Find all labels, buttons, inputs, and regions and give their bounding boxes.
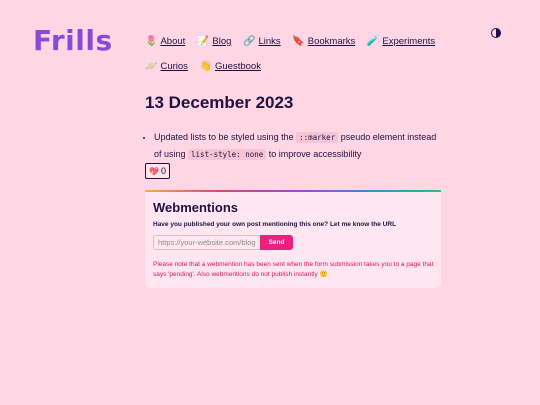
nav-label: Bookmarks (307, 36, 356, 47)
code-snippet: ::marker (296, 132, 339, 143)
code-snippet: list-style: none (188, 149, 267, 160)
list-item: Updated lists to be styled using the ::m… (154, 129, 445, 163)
memo-icon: 📝 (196, 36, 210, 47)
webmentions-note: Please note that a webmention has been s… (153, 261, 434, 278)
webmentions-panel: Webmentions Have you published your own … (145, 190, 441, 288)
nav-link-about[interactable]: 🌷 About (145, 36, 185, 47)
nav-label: Links (258, 36, 281, 47)
post-list: Updated lists to be styled using the ::m… (145, 129, 445, 163)
bookmark-icon: 🔖 (292, 36, 305, 47)
nav-label: Blog (212, 36, 232, 47)
nav-link-blog[interactable]: 📝 Blog (197, 36, 231, 47)
heart-icon: 💖 (149, 167, 159, 176)
nav-link-experiments[interactable]: 🧪 Experiments (367, 36, 435, 47)
post-text: to improve accessibility (266, 149, 362, 159)
webmentions-title: Webmentions (153, 200, 238, 215)
planet-icon: 🪐 (145, 61, 158, 72)
contrast-icon[interactable] (491, 28, 501, 38)
nav-link-curios[interactable]: 🪐 Curios (145, 61, 188, 72)
webmentions-prompt: Have you published your own post mention… (153, 221, 397, 228)
test-tube-icon: 🧪 (366, 36, 380, 47)
like-count: 0 (160, 166, 166, 176)
wave-icon: 👋 (199, 61, 212, 72)
nav-label: Experiments (382, 36, 436, 47)
nav-link-links[interactable]: 🔗 Links (243, 36, 281, 47)
send-button[interactable]: Send (260, 235, 293, 250)
post-body: Updated lists to be styled using the ::m… (145, 129, 445, 163)
post-text: Updated lists to be styled using the (154, 132, 297, 142)
like-button[interactable]: 💖 0 (145, 163, 170, 179)
nav-link-guestbook[interactable]: 👋 Guestbook (200, 61, 261, 72)
nav-label: Curios (160, 61, 188, 72)
nav-label: Guestbook (215, 61, 261, 72)
site-logo[interactable]: Frills (33, 24, 113, 57)
page-title: 13 December 2023 (145, 93, 294, 112)
link-icon: 🔗 (243, 36, 256, 47)
nav-link-bookmarks[interactable]: 🔖 Bookmarks (292, 36, 355, 47)
tulip-icon: 🌷 (145, 36, 158, 47)
url-input[interactable] (153, 235, 260, 250)
nav-label: About (160, 36, 186, 47)
main-nav: 🌷 About 📝 Blog 🔗 Links 🔖 Bookmarks 🧪 Experime… (145, 29, 475, 79)
